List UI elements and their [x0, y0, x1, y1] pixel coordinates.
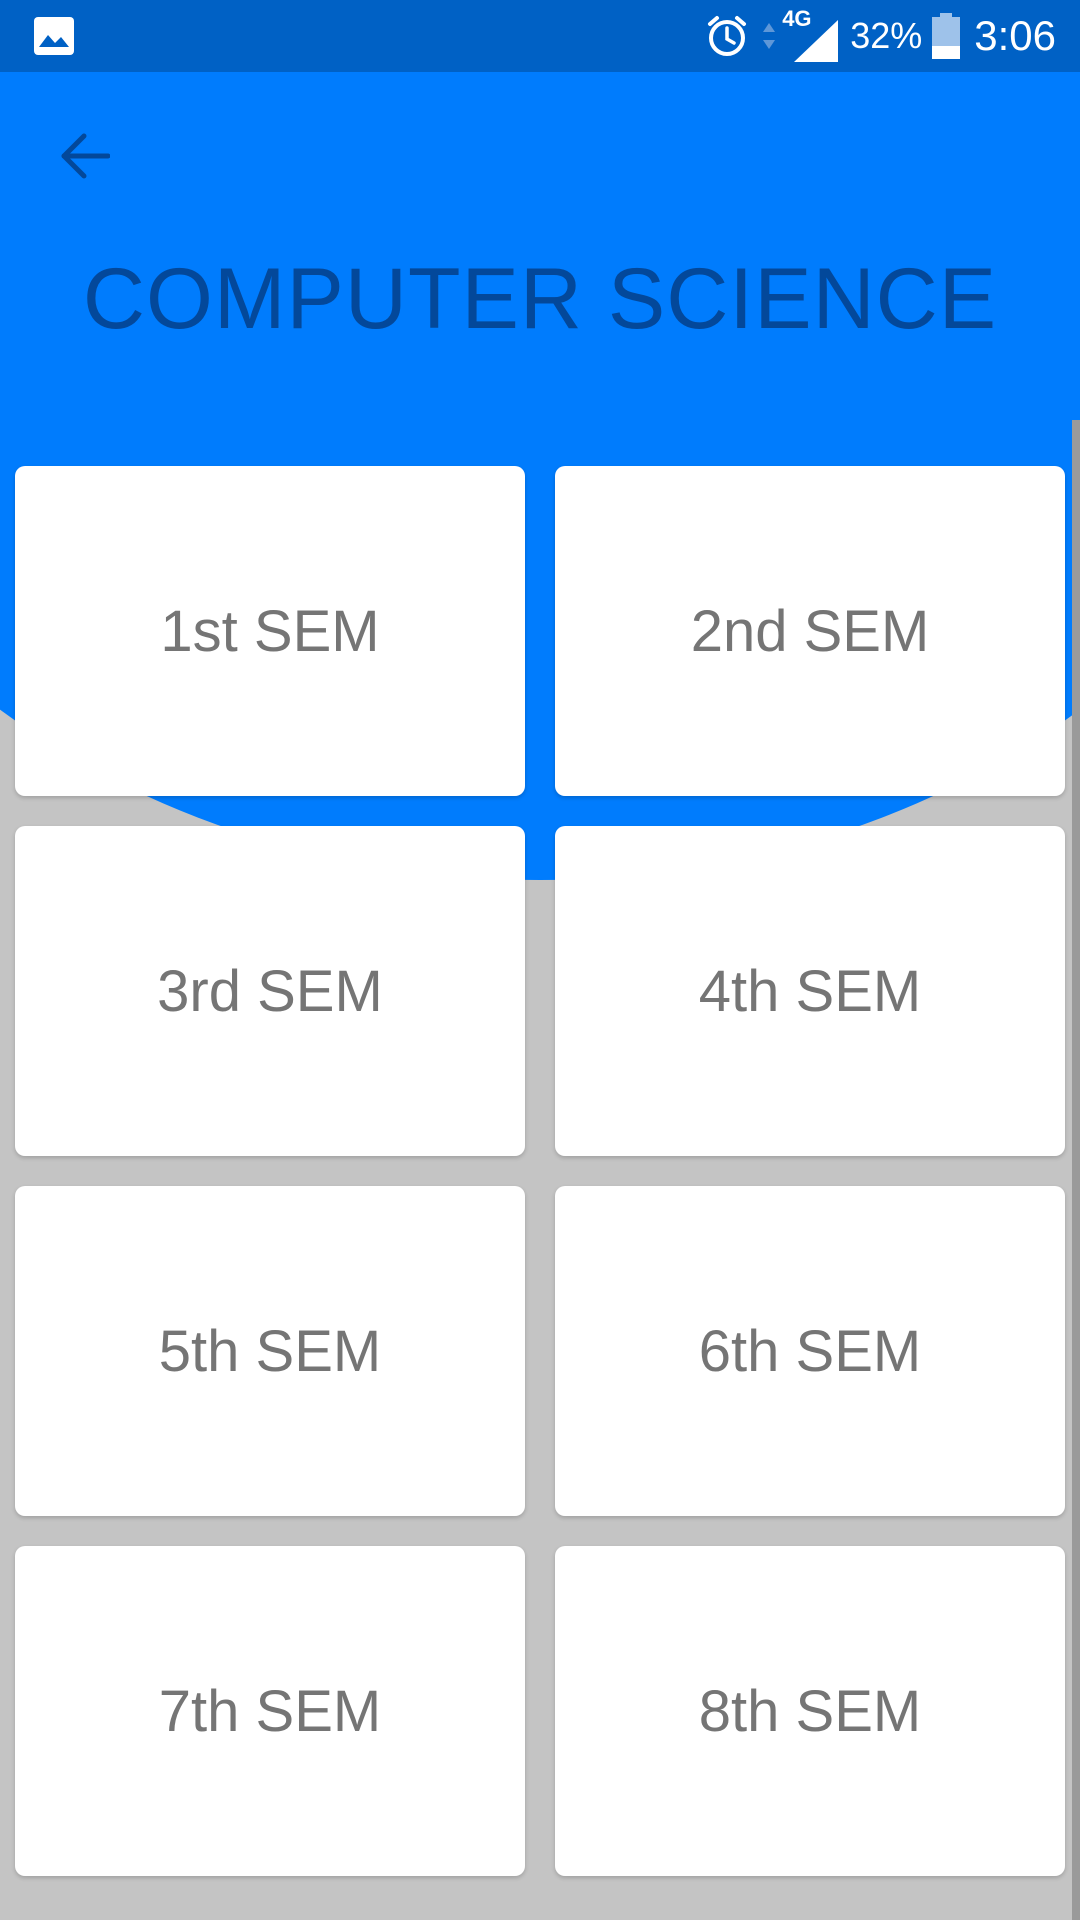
alarm-clock-icon	[708, 16, 747, 56]
semester-card-7[interactable]: 7th SEM	[15, 1546, 525, 1876]
status-bar: 4G 32% 3:06	[0, 0, 1080, 72]
screen: 4G 32% 3:06 COMPUTER SCIENCE 1st SEM 2nd…	[0, 0, 1080, 1920]
scrollbar[interactable]	[1072, 420, 1080, 1920]
battery-percent: 32%	[850, 15, 923, 56]
semester-card-5[interactable]: 5th SEM	[15, 1186, 525, 1516]
semester-label: 2nd SEM	[690, 598, 930, 664]
semester-card-6[interactable]: 6th SEM	[555, 1186, 1065, 1516]
semester-label: 7th SEM	[158, 1678, 382, 1744]
semester-label: 1st SEM	[160, 598, 380, 664]
network-indicator: 4G	[782, 6, 840, 64]
image-icon	[34, 17, 74, 55]
signal-strength-icon	[794, 20, 839, 62]
back-button[interactable]	[48, 124, 120, 188]
status-icons: 4G 32% 3:06	[704, 0, 1056, 72]
semester-card-4[interactable]: 4th SEM	[555, 826, 1065, 1156]
battery-icon	[932, 13, 961, 59]
semester-card-1[interactable]: 1st SEM	[15, 466, 525, 796]
data-activity-icon	[763, 23, 776, 49]
semester-label: 8th SEM	[698, 1678, 922, 1744]
semester-label: 5th SEM	[158, 1318, 382, 1384]
semester-label: 3rd SEM	[157, 958, 383, 1024]
semester-label: 4th SEM	[698, 958, 922, 1024]
semester-card-3[interactable]: 3rd SEM	[15, 826, 525, 1156]
arrow-back-icon	[61, 133, 110, 179]
semester-card-2[interactable]: 2nd SEM	[555, 466, 1065, 796]
semester-label: 6th SEM	[698, 1318, 922, 1384]
semester-grid: 1st SEM 2nd SEM 3rd SEM 4th SEM 5th SEM …	[15, 466, 1065, 1876]
page-title: COMPUTER SCIENCE	[82, 251, 998, 347]
clock-time: 3:06	[974, 12, 1056, 59]
semester-card-8[interactable]: 8th SEM	[555, 1546, 1065, 1876]
